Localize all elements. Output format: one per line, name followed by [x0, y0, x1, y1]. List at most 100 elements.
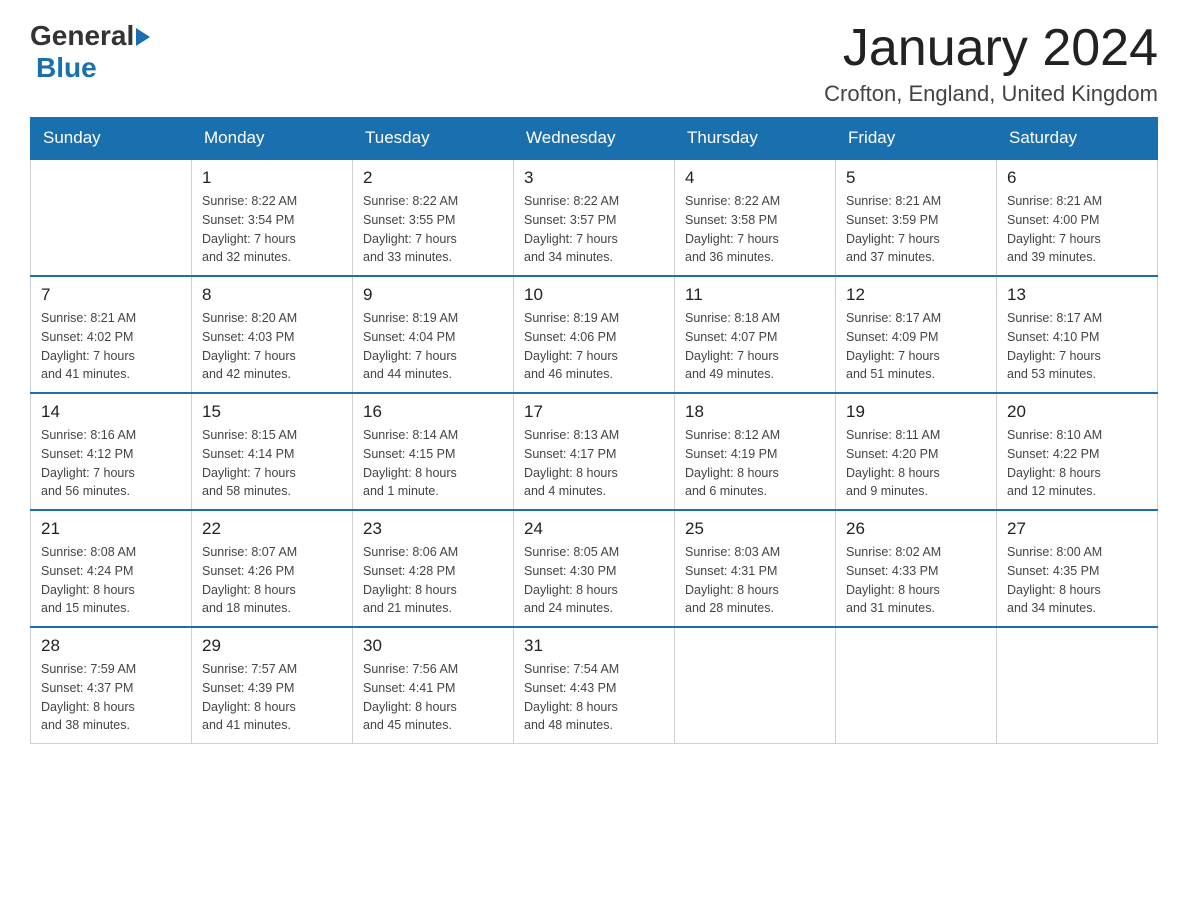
calendar-cell: 5 Sunrise: 8:21 AM Sunset: 3:59 PM Daylig… — [836, 159, 997, 276]
calendar-cell: 16 Sunrise: 8:14 AM Sunset: 4:15 PM Dayli… — [353, 393, 514, 510]
day-number: 30 — [363, 636, 503, 656]
calendar-cell — [836, 627, 997, 744]
calendar-cell: 12Sunrise: 8:17 AM Sunset: 4:09 PM Dayli… — [836, 276, 997, 393]
day-info: Sunrise: 8:21 AM Sunset: 3:59 PM Dayligh… — [846, 192, 986, 267]
day-number: 28 — [41, 636, 181, 656]
calendar-cell — [997, 627, 1158, 744]
calendar-cell: 19Sunrise: 8:11 AM Sunset: 4:20 PM Dayli… — [836, 393, 997, 510]
day-number: 21 — [41, 519, 181, 539]
title-area: January 2024 Crofton, England, United Ki… — [824, 20, 1158, 107]
day-info: Sunrise: 8:21 AM Sunset: 4:00 PM Dayligh… — [1007, 192, 1147, 267]
calendar-cell: 20Sunrise: 8:10 AM Sunset: 4:22 PM Dayli… — [997, 393, 1158, 510]
calendar-cell: 1 Sunrise: 8:22 AM Sunset: 3:54 PM Daylig… — [192, 159, 353, 276]
calendar-cell: 24 Sunrise: 8:05 AM Sunset: 4:30 PM Dayli… — [514, 510, 675, 627]
month-title: January 2024 — [824, 20, 1158, 77]
day-info: Sunrise: 8:11 AM Sunset: 4:20 PM Dayligh… — [846, 426, 986, 501]
calendar-cell: 28 Sunrise: 7:59 AM Sunset: 4:37 PM Dayli… — [31, 627, 192, 744]
day-number: 1 — [202, 168, 342, 188]
day-header-sunday: Sunday — [31, 118, 192, 160]
calendar-cell: 14 Sunrise: 8:16 AM Sunset: 4:12 PM Dayli… — [31, 393, 192, 510]
calendar-cell: 10Sunrise: 8:19 AM Sunset: 4:06 PM Dayli… — [514, 276, 675, 393]
day-info: Sunrise: 8:00 AM Sunset: 4:35 PM Dayligh… — [1007, 543, 1147, 618]
day-number: 9 — [363, 285, 503, 305]
day-number: 26 — [846, 519, 986, 539]
calendar-cell: 21 Sunrise: 8:08 AM Sunset: 4:24 PM Dayli… — [31, 510, 192, 627]
day-info: Sunrise: 8:05 AM Sunset: 4:30 PM Dayligh… — [524, 543, 664, 618]
day-info: Sunrise: 8:16 AM Sunset: 4:12 PM Dayligh… — [41, 426, 181, 501]
day-number: 6 — [1007, 168, 1147, 188]
day-number: 24 — [524, 519, 664, 539]
day-info: Sunrise: 8:19 AM Sunset: 4:04 PM Dayligh… — [363, 309, 503, 384]
week-row-2: 7 Sunrise: 8:21 AM Sunset: 4:02 PM Daylig… — [31, 276, 1158, 393]
day-info: Sunrise: 8:13 AM Sunset: 4:17 PM Dayligh… — [524, 426, 664, 501]
calendar-cell — [675, 627, 836, 744]
week-row-4: 21 Sunrise: 8:08 AM Sunset: 4:24 PM Dayli… — [31, 510, 1158, 627]
day-number: 31 — [524, 636, 664, 656]
day-info: Sunrise: 8:22 AM Sunset: 3:57 PM Dayligh… — [524, 192, 664, 267]
day-number: 15 — [202, 402, 342, 422]
day-info: Sunrise: 8:18 AM Sunset: 4:07 PM Dayligh… — [685, 309, 825, 384]
calendar-cell: 29 Sunrise: 7:57 AM Sunset: 4:39 PM Dayli… — [192, 627, 353, 744]
day-number: 7 — [41, 285, 181, 305]
day-number: 25 — [685, 519, 825, 539]
day-number: 3 — [524, 168, 664, 188]
day-header-wednesday: Wednesday — [514, 118, 675, 160]
day-header-monday: Monday — [192, 118, 353, 160]
day-number: 16 — [363, 402, 503, 422]
day-number: 18 — [685, 402, 825, 422]
day-info: Sunrise: 8:12 AM Sunset: 4:19 PM Dayligh… — [685, 426, 825, 501]
day-info: Sunrise: 8:14 AM Sunset: 4:15 PM Dayligh… — [363, 426, 503, 501]
day-info: Sunrise: 8:21 AM Sunset: 4:02 PM Dayligh… — [41, 309, 181, 384]
calendar-cell: 23Sunrise: 8:06 AM Sunset: 4:28 PM Dayli… — [353, 510, 514, 627]
logo-blue-text: Blue — [36, 52, 97, 84]
day-info: Sunrise: 7:57 AM Sunset: 4:39 PM Dayligh… — [202, 660, 342, 735]
day-info: Sunrise: 8:22 AM Sunset: 3:55 PM Dayligh… — [363, 192, 503, 267]
page-header: General Blue January 2024 Crofton, Engla… — [30, 20, 1158, 107]
week-row-5: 28 Sunrise: 7:59 AM Sunset: 4:37 PM Dayli… — [31, 627, 1158, 744]
calendar-cell: 4 Sunrise: 8:22 AM Sunset: 3:58 PM Daylig… — [675, 159, 836, 276]
calendar-cell: 30 Sunrise: 7:56 AM Sunset: 4:41 PM Dayli… — [353, 627, 514, 744]
logo-general-text: General — [30, 20, 134, 52]
calendar-cell: 11Sunrise: 8:18 AM Sunset: 4:07 PM Dayli… — [675, 276, 836, 393]
day-number: 13 — [1007, 285, 1147, 305]
day-header-saturday: Saturday — [997, 118, 1158, 160]
day-number: 4 — [685, 168, 825, 188]
day-number: 22 — [202, 519, 342, 539]
day-number: 20 — [1007, 402, 1147, 422]
day-info: Sunrise: 8:02 AM Sunset: 4:33 PM Dayligh… — [846, 543, 986, 618]
day-info: Sunrise: 7:56 AM Sunset: 4:41 PM Dayligh… — [363, 660, 503, 735]
calendar-cell: 6 Sunrise: 8:21 AM Sunset: 4:00 PM Daylig… — [997, 159, 1158, 276]
day-info: Sunrise: 7:59 AM Sunset: 4:37 PM Dayligh… — [41, 660, 181, 735]
day-number: 8 — [202, 285, 342, 305]
day-number: 2 — [363, 168, 503, 188]
calendar-cell: 3 Sunrise: 8:22 AM Sunset: 3:57 PM Daylig… — [514, 159, 675, 276]
day-info: Sunrise: 8:06 AM Sunset: 4:28 PM Dayligh… — [363, 543, 503, 618]
calendar-table: SundayMondayTuesdayWednesdayThursdayFrid… — [30, 117, 1158, 744]
calendar-header-row: SundayMondayTuesdayWednesdayThursdayFrid… — [31, 118, 1158, 160]
logo: General Blue — [30, 20, 154, 84]
day-info: Sunrise: 8:19 AM Sunset: 4:06 PM Dayligh… — [524, 309, 664, 384]
calendar-cell: 2 Sunrise: 8:22 AM Sunset: 3:55 PM Daylig… — [353, 159, 514, 276]
logo-arrow-icon — [136, 26, 154, 48]
day-info: Sunrise: 8:15 AM Sunset: 4:14 PM Dayligh… — [202, 426, 342, 501]
day-info: Sunrise: 8:20 AM Sunset: 4:03 PM Dayligh… — [202, 309, 342, 384]
day-info: Sunrise: 8:22 AM Sunset: 3:54 PM Dayligh… — [202, 192, 342, 267]
calendar-cell: 15 Sunrise: 8:15 AM Sunset: 4:14 PM Dayli… — [192, 393, 353, 510]
day-info: Sunrise: 8:08 AM Sunset: 4:24 PM Dayligh… — [41, 543, 181, 618]
day-info: Sunrise: 8:22 AM Sunset: 3:58 PM Dayligh… — [685, 192, 825, 267]
day-info: Sunrise: 7:54 AM Sunset: 4:43 PM Dayligh… — [524, 660, 664, 735]
calendar-cell: 25 Sunrise: 8:03 AM Sunset: 4:31 PM Dayli… — [675, 510, 836, 627]
day-header-tuesday: Tuesday — [353, 118, 514, 160]
day-info: Sunrise: 8:07 AM Sunset: 4:26 PM Dayligh… — [202, 543, 342, 618]
day-number: 5 — [846, 168, 986, 188]
day-number: 17 — [524, 402, 664, 422]
day-info: Sunrise: 8:17 AM Sunset: 4:10 PM Dayligh… — [1007, 309, 1147, 384]
calendar-cell: 9 Sunrise: 8:19 AM Sunset: 4:04 PM Daylig… — [353, 276, 514, 393]
day-info: Sunrise: 8:03 AM Sunset: 4:31 PM Dayligh… — [685, 543, 825, 618]
day-header-friday: Friday — [836, 118, 997, 160]
calendar-cell: 7 Sunrise: 8:21 AM Sunset: 4:02 PM Daylig… — [31, 276, 192, 393]
location-title: Crofton, England, United Kingdom — [824, 81, 1158, 107]
calendar-cell: 27Sunrise: 8:00 AM Sunset: 4:35 PM Dayli… — [997, 510, 1158, 627]
day-number: 14 — [41, 402, 181, 422]
day-number: 29 — [202, 636, 342, 656]
